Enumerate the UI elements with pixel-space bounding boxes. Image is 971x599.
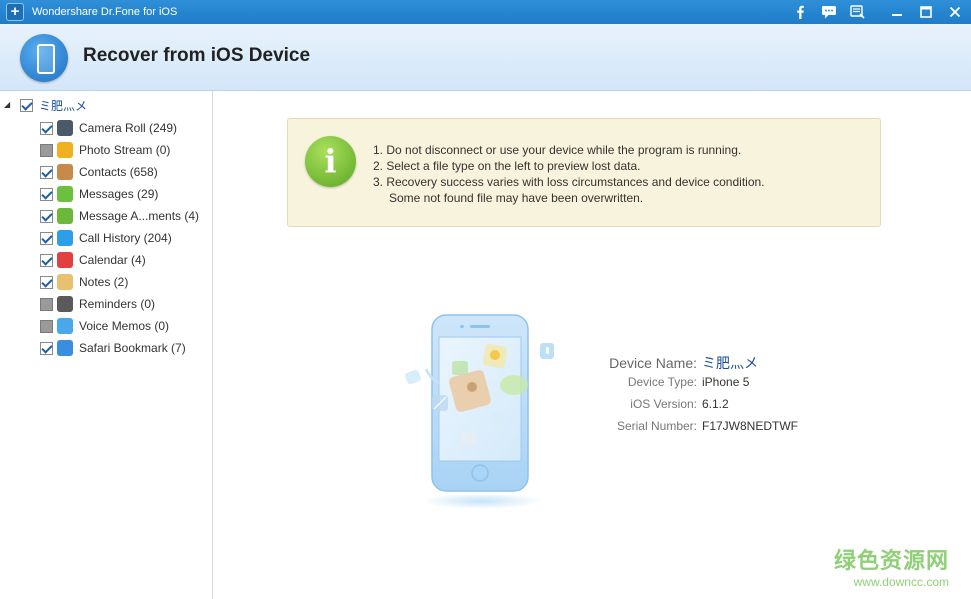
ios-version-value: 6.1.2 <box>702 397 729 411</box>
sidebar-item-label: Message A...ments (4) <box>79 209 200 223</box>
device-name-row: Device Name: ミ肥灬メ <box>574 353 798 375</box>
category-checkbox[interactable] <box>40 297 53 311</box>
sidebar-item-voice-memos[interactable]: Voice Memos (0) <box>40 315 199 337</box>
app-logo-icon: + <box>6 3 24 21</box>
sidebar-item-label: Messages (29) <box>79 187 159 201</box>
sidebar-item-contacts[interactable]: Contacts (658) <box>40 161 199 183</box>
main-panel: i 1. Do not disconnect or use your devic… <box>214 91 971 599</box>
contacts-icon <box>57 164 73 180</box>
device-type-label: Device Type: <box>627 375 697 389</box>
window-title: Wondershare Dr.Fone for iOS <box>32 6 178 18</box>
minimize-icon[interactable] <box>887 2 907 22</box>
voice-memos-icon <box>57 318 73 334</box>
category-checkbox[interactable] <box>40 187 53 201</box>
call-history-icon <box>57 230 73 246</box>
tip-line: 1. Do not disconnect or use your device … <box>373 143 742 157</box>
title-bar-controls <box>781 2 965 22</box>
sidebar-item-label: Contacts (658) <box>79 165 158 179</box>
ios-device-icon <box>20 34 68 82</box>
camera-roll-icon <box>57 120 73 136</box>
ios-version-label: iOS Version: <box>630 397 697 411</box>
sidebar-item-photo-stream[interactable]: Photo Stream (0) <box>40 139 199 161</box>
sidebar-item-label: Reminders (0) <box>79 297 156 311</box>
feedback-chat-icon[interactable] <box>819 2 839 22</box>
message-attachments-icon <box>57 208 73 224</box>
device-tree-root[interactable]: ◢ ミ肥灬メ <box>4 97 87 113</box>
register-icon[interactable] <box>848 2 868 22</box>
category-checkbox[interactable] <box>40 319 53 333</box>
close-icon[interactable] <box>945 2 965 22</box>
title-bar: + Wondershare Dr.Fone for iOS <box>0 0 971 24</box>
sidebar-item-label: Call History (204) <box>79 231 172 245</box>
maximize-icon[interactable] <box>916 2 936 22</box>
ios-version-row: iOS Version: 6.1.2 <box>574 397 798 419</box>
tip-line: Some not found file may have been overwr… <box>389 191 644 205</box>
category-list: Camera Roll (249) Photo Stream (0) Contact… <box>40 117 199 359</box>
device-checkbox[interactable] <box>20 98 33 112</box>
category-checkbox[interactable] <box>40 165 53 179</box>
reminders-icon <box>57 296 73 312</box>
sidebar-item-reminders[interactable]: Reminders (0) <box>40 293 199 315</box>
safari-bookmark-icon <box>57 340 73 356</box>
device-root-label: ミ肥灬メ <box>39 98 88 113</box>
messages-icon <box>57 186 73 202</box>
sidebar-item-safari-bookmark[interactable]: Safari Bookmark (7) <box>40 337 199 359</box>
category-checkbox[interactable] <box>40 121 53 135</box>
tip-line: 2. Select a file type on the left to pre… <box>373 159 641 173</box>
sidebar-item-label: Safari Bookmark (7) <box>79 341 186 355</box>
watermark: 绿色资源网 www.downcc.com <box>834 543 949 589</box>
sidebar-item-label: Voice Memos (0) <box>79 319 170 333</box>
photo-stream-icon <box>57 142 73 158</box>
iphone-illustration-icon <box>400 311 560 511</box>
serial-number-row: Serial Number: F17JW8NEDTWF <box>574 419 798 441</box>
sidebar-item-notes[interactable]: Notes (2) <box>40 271 199 293</box>
sidebar-item-label: Photo Stream (0) <box>79 143 171 157</box>
category-checkbox[interactable] <box>40 209 53 223</box>
device-type-row: Device Type: iPhone 5 <box>574 375 798 397</box>
sidebar-item-messages[interactable]: Messages (29) <box>40 183 199 205</box>
tips-text: 1. Do not disconnect or use your device … <box>373 142 765 206</box>
category-checkbox[interactable] <box>40 341 53 355</box>
info-icon: i <box>305 136 356 187</box>
serial-number-value: F17JW8NEDTWF <box>702 419 798 433</box>
category-checkbox[interactable] <box>40 143 53 157</box>
tree-collapse-icon[interactable]: ◢ <box>4 101 12 109</box>
sidebar-item-call-history[interactable]: Call History (204) <box>40 227 199 249</box>
serial-number-label: Serial Number: <box>616 419 697 433</box>
sidebar-item-label: Camera Roll (249) <box>79 121 178 135</box>
watermark-url: www.downcc.com <box>853 575 949 589</box>
watermark-title: 绿色资源网 <box>833 548 949 573</box>
tips-box: i 1. Do not disconnect or use your devic… <box>287 118 881 227</box>
facebook-icon[interactable] <box>790 2 810 22</box>
sidebar-item-camera-roll[interactable]: Camera Roll (249) <box>40 117 199 139</box>
file-type-sidebar: ◢ ミ肥灬メ Camera Roll (249) Photo Stream (0)… <box>0 91 213 599</box>
device-type-value: iPhone 5 <box>702 375 750 389</box>
category-checkbox[interactable] <box>40 231 53 245</box>
tip-line: 3. Recovery success varies with loss cir… <box>373 175 765 189</box>
sidebar-item-label: Calendar (4) <box>79 253 146 267</box>
sidebar-item-calendar[interactable]: Calendar (4) <box>40 249 199 271</box>
sidebar-item-message-attachments[interactable]: Message A...ments (4) <box>40 205 199 227</box>
device-name-value: ミ肥灬メ <box>702 355 758 371</box>
page-title: Recover from iOS Device <box>83 45 311 66</box>
category-checkbox[interactable] <box>40 275 53 289</box>
device-name-label: Device Name: <box>609 355 697 371</box>
notes-icon <box>57 274 73 290</box>
calendar-icon <box>57 252 73 268</box>
page-header: Recover from iOS Device <box>0 24 971 91</box>
sidebar-item-label: Notes (2) <box>79 275 129 289</box>
category-checkbox[interactable] <box>40 253 53 267</box>
device-info-panel: Device Name: ミ肥灬メ Device Type: iPhone 5 … <box>574 353 798 441</box>
